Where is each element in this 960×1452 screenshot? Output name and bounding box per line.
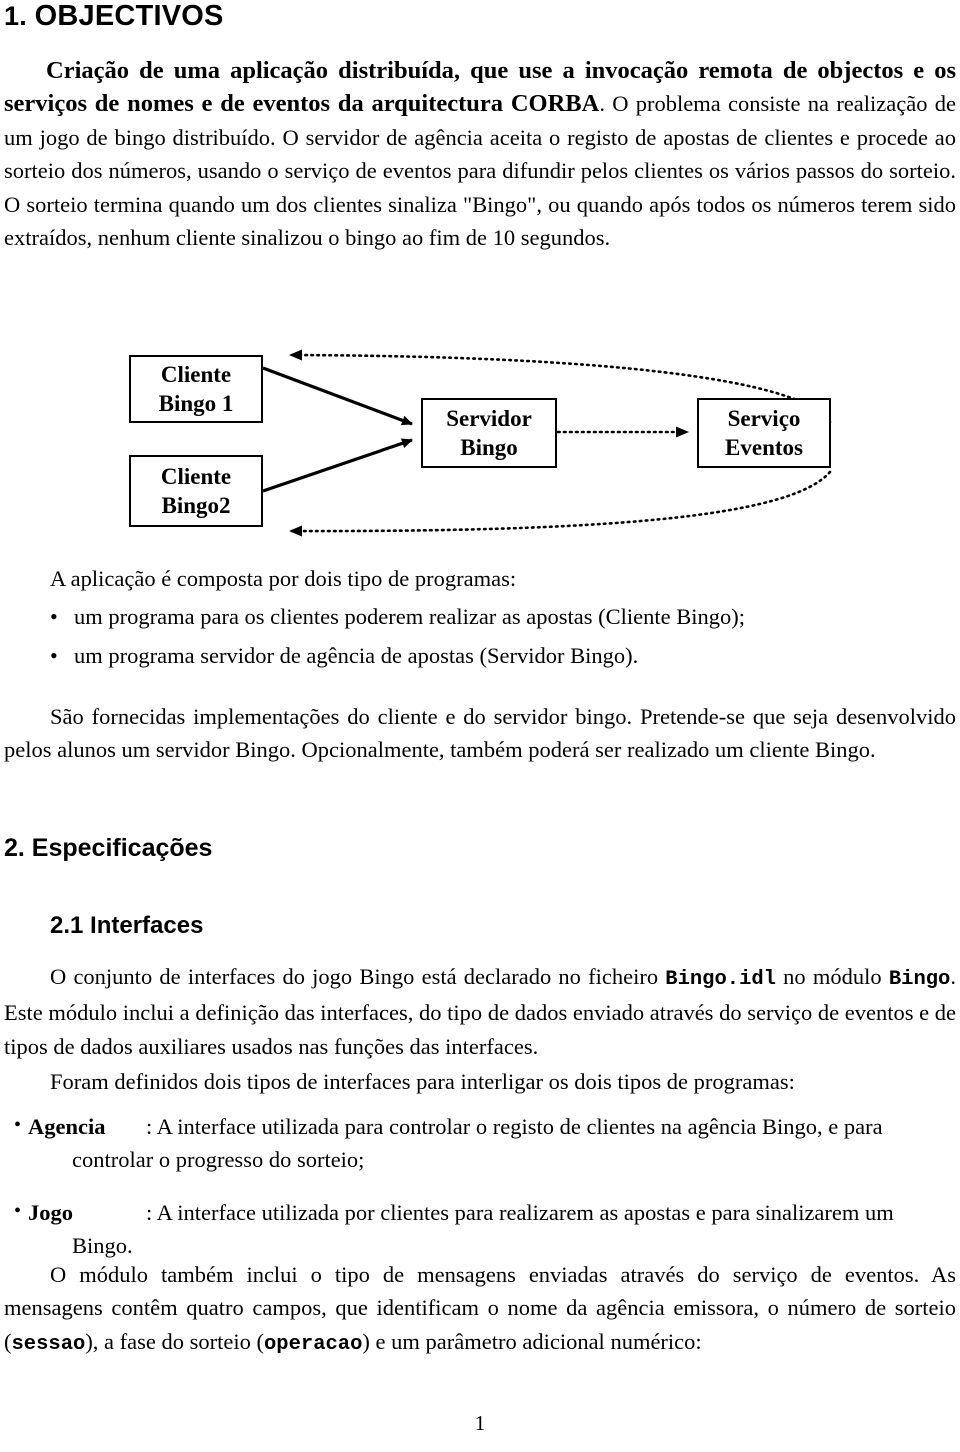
code-operacao: operacao	[264, 1332, 363, 1356]
heading-interfaces-title: 2.1 Interfaces	[50, 912, 204, 939]
paragraph-interfaces-3-b: ), a fase do sorteio (	[85, 1328, 264, 1354]
heading-interfaces: 2.1 Interfaces	[50, 912, 203, 940]
diagram-box-cliente-bingo-2-line2: Bingo2	[161, 493, 231, 518]
diagram-box-servico-eventos: Serviço Eventos	[697, 398, 831, 468]
paragraph-programas-closing: São fornecidas implementações do cliente…	[4, 700, 956, 767]
list-item: • um programa para os clientes poderem r…	[50, 600, 956, 633]
list-item-label: um programa para os clientes poderem rea…	[74, 604, 746, 629]
heading-especificacoes: 2. Especificações	[4, 834, 212, 863]
heading-objectivos: 1. OBJECTIVOS	[4, 0, 224, 33]
diagram-box-cliente-bingo-2-line1: Cliente	[160, 464, 232, 489]
heading-especificacoes-title: 2. Especificações	[4, 834, 213, 862]
bullet-icon: •	[14, 1199, 22, 1222]
bullet-icon: •	[50, 604, 58, 629]
interface-desc-agencia: : A interface utilizada para controlar o…	[146, 1114, 883, 1139]
code-bingo-module: Bingo	[888, 968, 951, 991]
paragraph-interfaces-3: O módulo também inclui o tipo de mensage…	[4, 1258, 956, 1361]
diagram-box-cliente-bingo-1-line2: Bingo 1	[158, 391, 234, 416]
interface-desc-jogo: : A interface utilizada por clientes par…	[146, 1199, 894, 1225]
diagram-box-cliente-bingo-1-line1: Cliente	[160, 362, 232, 387]
paragraph-objectivos: Criação de uma aplicação distribuída, qu…	[4, 54, 956, 254]
interface-name-agencia: Agencia	[28, 1114, 106, 1139]
bullet-icon: •	[50, 643, 58, 669]
paragraph-interfaces-1-a: O conjunto de interfaces do jogo Bingo e…	[50, 964, 666, 989]
code-sessao: sessao	[11, 1332, 86, 1356]
diagram-box-servidor-bingo-line1: Servidor	[446, 406, 532, 431]
interface-name-jogo: Jogo	[28, 1199, 73, 1225]
paragraph-programas-lead-text: A aplicação é composta por dois tipo de …	[50, 566, 517, 591]
architecture-diagram: Cliente Bingo 1 Cliente Bingo2 Servidor …	[0, 340, 960, 550]
document-page: 1. OBJECTIVOS Criação de uma aplicação d…	[0, 0, 960, 1452]
programas-bullet-list: • um programa para os clientes poderem r…	[50, 600, 956, 679]
interface-desc-agencia-continued: controlar o progresso do sorteio;	[72, 1147, 365, 1173]
interfaces-bullet-list: • Agencia : A interface utilizada para co…	[14, 1110, 956, 1282]
diagram-box-cliente-bingo-1: Cliente Bingo 1	[129, 355, 263, 423]
paragraph-programas-lead: A aplicação é composta por dois tipo de …	[50, 562, 956, 595]
list-item-label: um programa servidor de agência de apost…	[74, 643, 639, 669]
diagram-box-servidor-bingo-line2: Bingo	[460, 435, 518, 460]
paragraph-interfaces-3-c: ) e um parâmetro adicional numérico:	[362, 1328, 702, 1354]
diagram-box-cliente-bingo-2: Cliente Bingo2	[129, 455, 263, 527]
list-item-agencia: • Agencia : A interface utilizada para co…	[14, 1110, 956, 1177]
paragraph-programas-closing-text: São fornecidas implementações do cliente…	[4, 704, 956, 763]
heading-objectivos-title: OBJECTIVOS	[34, 0, 224, 32]
code-bingo-idl: Bingo.idl	[665, 968, 776, 991]
bullet-icon: •	[14, 1114, 22, 1136]
diagram-box-servidor-bingo: Servidor Bingo	[421, 398, 557, 468]
paragraph-interfaces-2: Foram definidos dois tipos de interfaces…	[4, 1065, 956, 1098]
heading-objectivos-number: 1.	[4, 1, 27, 31]
paragraph-interfaces-2-text: Foram definidos dois tipos de interfaces…	[50, 1069, 795, 1094]
diagram-box-servico-eventos-line1: Serviço	[727, 406, 801, 431]
list-item-jogo: • Jogo : A interface utilizada por client…	[14, 1196, 956, 1263]
diagram-box-servico-eventos-line2: Eventos	[725, 435, 803, 460]
paragraph-interfaces-1: O conjunto de interfaces do jogo Bingo e…	[4, 960, 956, 1063]
list-item: • um programa servidor de agência de apo…	[50, 639, 956, 672]
page-number: 1	[474, 1411, 486, 1435]
paragraph-interfaces-1-b: no módulo	[775, 964, 889, 989]
